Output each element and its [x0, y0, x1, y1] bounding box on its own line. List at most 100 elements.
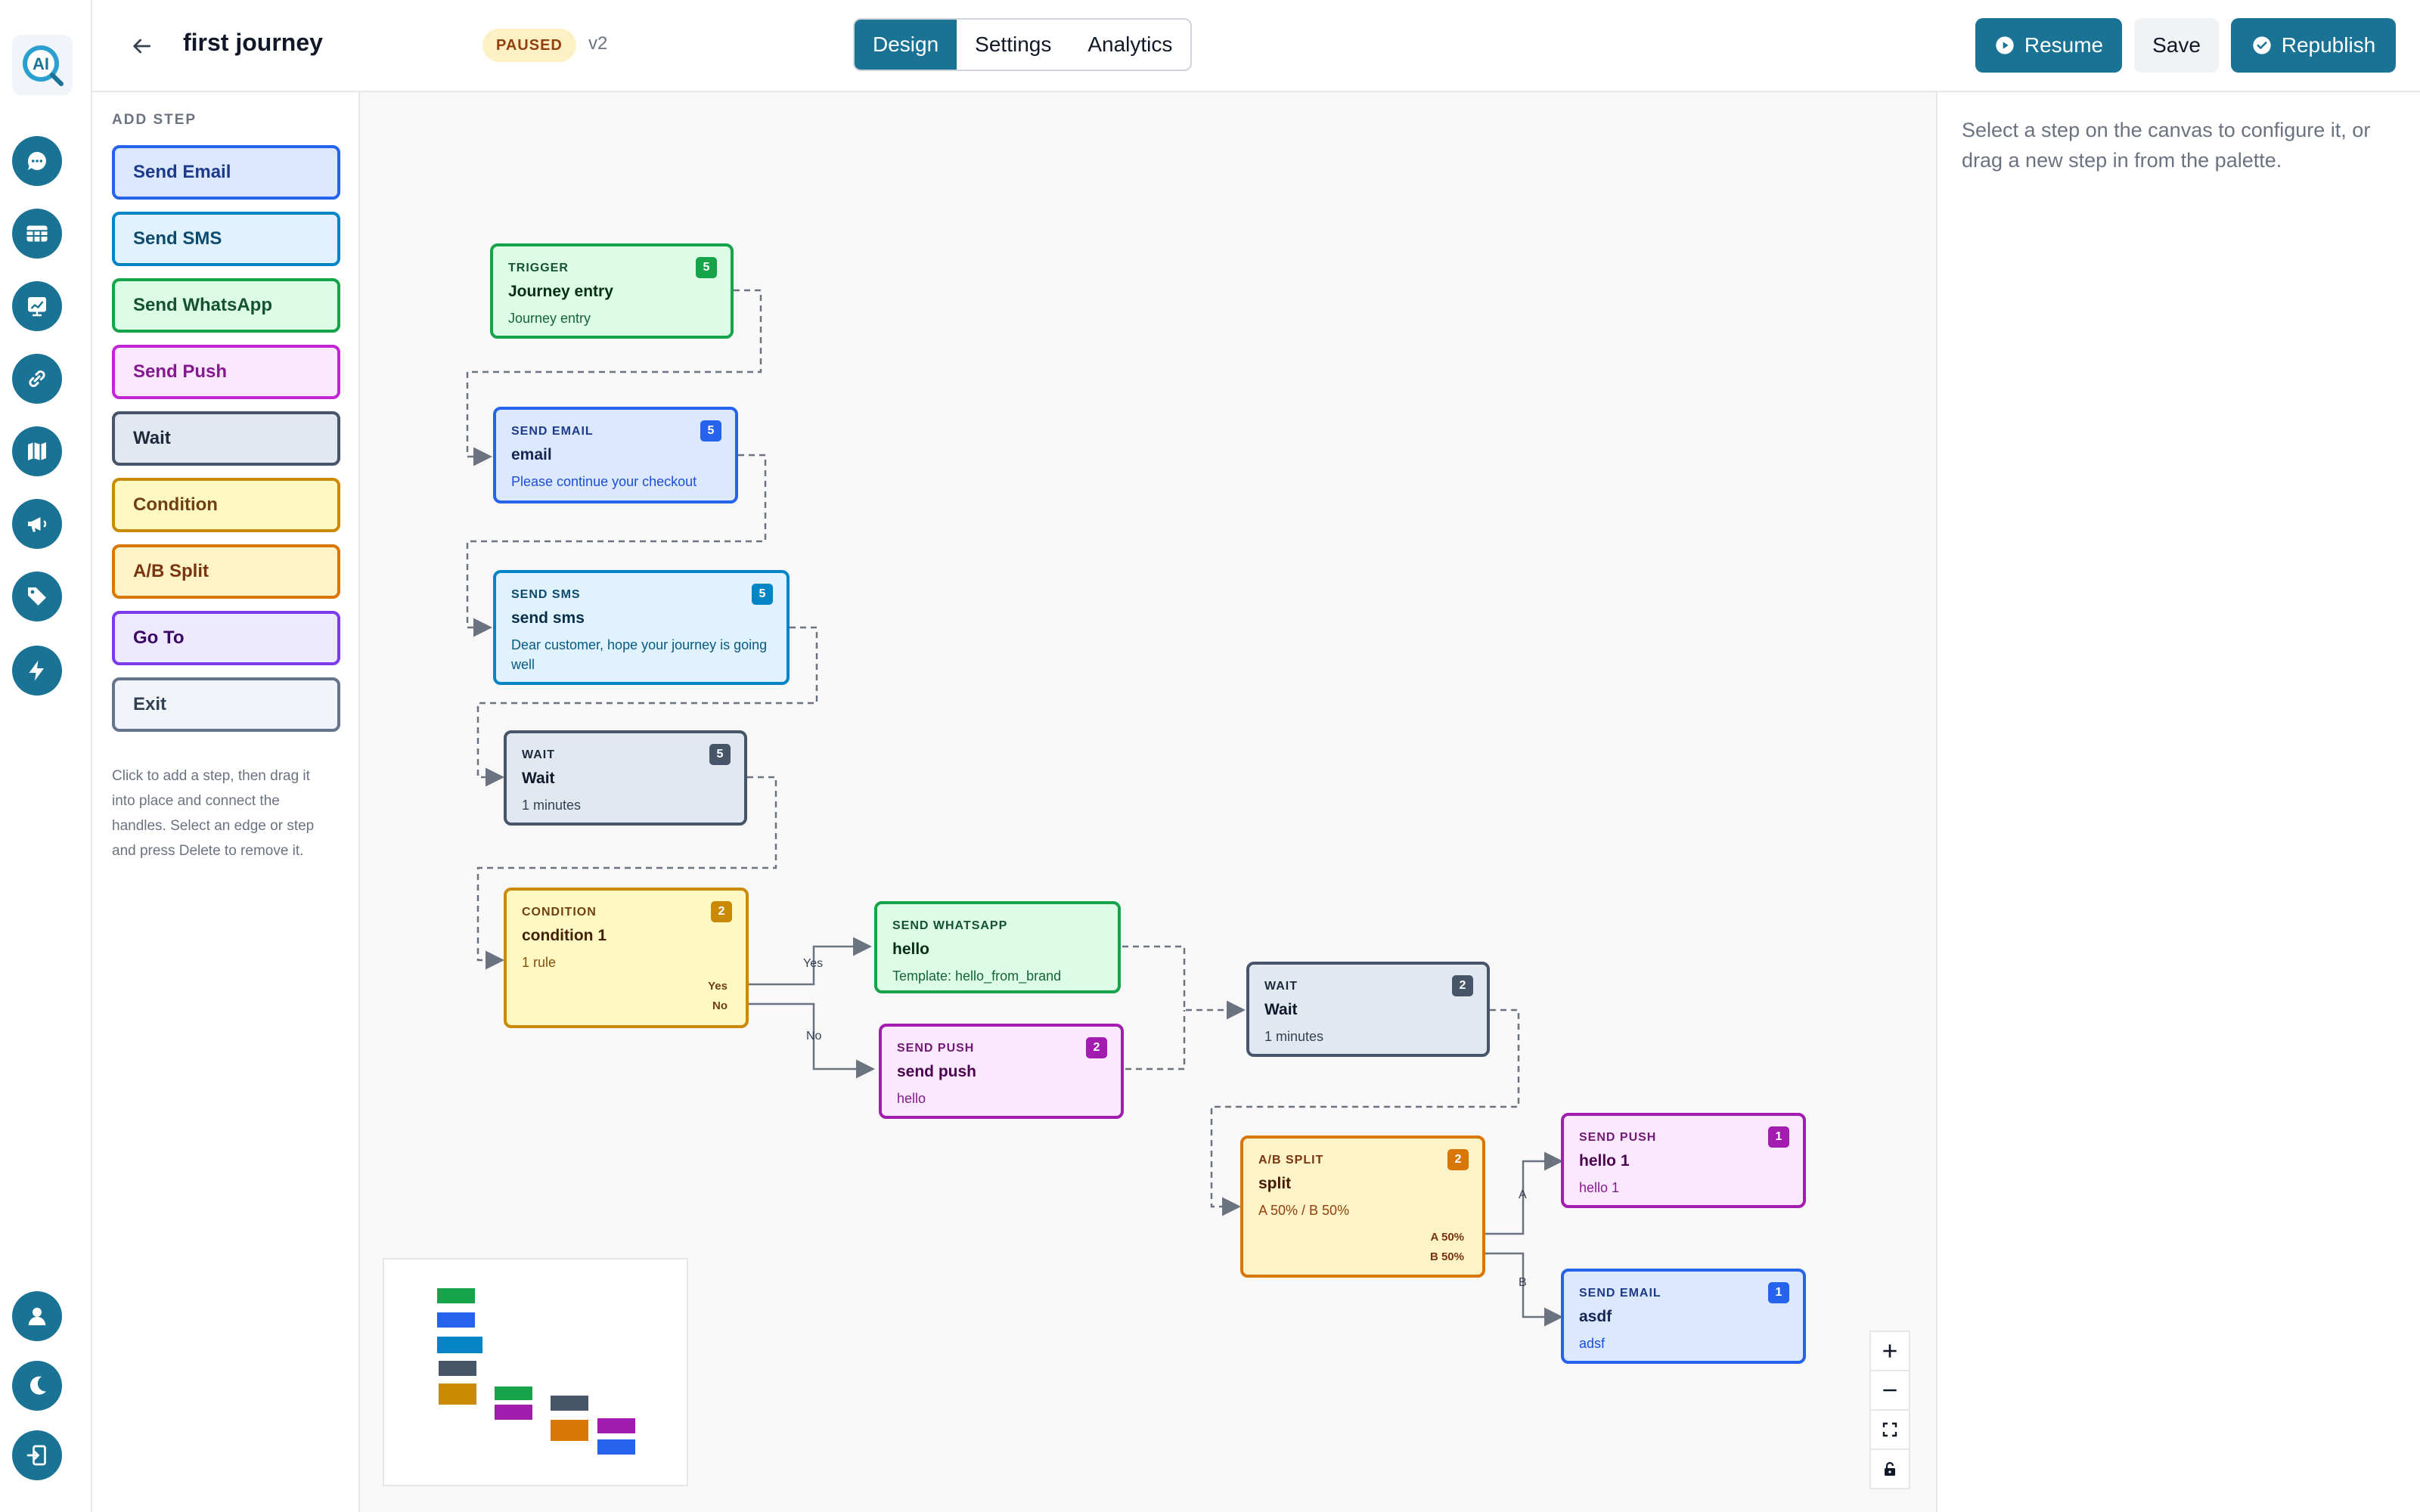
node-title: hello [892, 940, 930, 958]
node-send-sms[interactable]: SEND SMS send sms Dear customer, hope yo… [493, 570, 790, 685]
back-button[interactable] [123, 27, 160, 65]
node-type: SEND EMAIL [511, 425, 594, 438]
node-wait-2[interactable]: WAIT Wait 1 minutes 2 [1246, 962, 1490, 1057]
journey-canvas[interactable]: Yes No A B TRIGGER Journey entry Journey… [360, 92, 1936, 1512]
node-condition[interactable]: CONDITION condition 1 1 rule 2 Yes No [504, 888, 749, 1028]
palette-send-email[interactable]: Send Email [112, 145, 340, 200]
node-title: asdf [1579, 1308, 1612, 1325]
app-rail: AI [0, 0, 92, 1512]
palette-wait[interactable]: Wait [112, 411, 340, 466]
node-title: condition 1 [522, 927, 607, 944]
tag-icon[interactable] [12, 572, 62, 621]
node-title: email [511, 446, 552, 463]
tab-design[interactable]: Design [855, 20, 957, 70]
megaphone-icon[interactable] [12, 499, 62, 549]
tab-analytics[interactable]: Analytics [1069, 20, 1190, 70]
resume-button[interactable]: Resume [1975, 18, 2122, 73]
node-count-badge: 5 [752, 584, 773, 605]
output-no-label: No [712, 999, 728, 1012]
palette-go-to[interactable]: Go To [112, 611, 340, 665]
palette-send-sms[interactable]: Send SMS [112, 212, 340, 266]
lock-button[interactable] [1871, 1450, 1909, 1488]
republish-button[interactable]: Republish [2231, 18, 2396, 73]
chart-icon[interactable] [12, 281, 62, 331]
minimap[interactable] [383, 1258, 688, 1486]
lock-icon [1885, 1461, 1895, 1476]
map-icon[interactable] [12, 426, 62, 476]
palette-send-whatsapp[interactable]: Send WhatsApp [112, 278, 340, 333]
save-button[interactable]: Save [2134, 18, 2219, 73]
chat-icon[interactable] [12, 136, 62, 186]
node-title: send push [897, 1063, 977, 1080]
node-count-badge: 2 [1452, 975, 1473, 996]
node-title: Wait [1264, 1001, 1298, 1018]
node-count-badge: 2 [1086, 1037, 1107, 1058]
edge-label-no: No [806, 1030, 822, 1043]
node-send-email-2[interactable]: SEND EMAIL asdf adsf 1 [1561, 1269, 1806, 1364]
palette-exit[interactable]: Exit [112, 677, 340, 732]
minimap-node [439, 1383, 476, 1405]
fit-view-button[interactable] [1871, 1411, 1909, 1450]
node-type: CONDITION [522, 906, 597, 919]
link-icon[interactable] [12, 354, 62, 404]
logout-icon[interactable] [12, 1430, 62, 1480]
minimap-node [597, 1439, 635, 1455]
node-trigger[interactable]: TRIGGER Journey entry Journey entry 5 [490, 243, 734, 339]
zoom-in-button[interactable] [1871, 1332, 1909, 1371]
resume-label: Resume [2024, 33, 2104, 57]
palette-ab-split[interactable]: A/B Split [112, 544, 340, 599]
output-a-label: A 50% [1430, 1231, 1464, 1244]
node-title: Wait [522, 770, 555, 787]
node-count-badge: 5 [709, 744, 731, 765]
minimap-node [597, 1418, 635, 1433]
table-icon[interactable] [12, 209, 62, 259]
user-icon[interactable] [12, 1291, 62, 1341]
minimap-node [439, 1361, 476, 1376]
version-label: v2 [588, 33, 608, 54]
output-yes-label: Yes [708, 980, 728, 993]
node-type: SEND WHATSAPP [892, 919, 1008, 932]
node-send-push-2[interactable]: SEND PUSH hello 1 hello 1 1 [1561, 1113, 1806, 1208]
zoom-controls [1869, 1331, 1910, 1489]
node-subtitle: Journey entry [508, 311, 591, 326]
plus-icon [1883, 1344, 1897, 1358]
play-icon [1996, 36, 2014, 54]
view-tabs: Design Settings Analytics [853, 18, 1193, 71]
node-wait[interactable]: WAIT Wait 1 minutes 5 [504, 730, 747, 826]
node-type: A/B SPLIT [1258, 1154, 1324, 1167]
zoom-out-button[interactable] [1871, 1371, 1909, 1411]
node-count-badge: 2 [711, 901, 732, 922]
node-title: send sms [511, 609, 585, 627]
edge-whatsapp-wait2 [1122, 945, 1246, 1020]
status-badge: PAUSED [482, 29, 576, 62]
palette-send-push[interactable]: Send Push [112, 345, 340, 399]
logo-icon: AI [23, 45, 64, 86]
tab-settings[interactable]: Settings [957, 20, 1069, 70]
node-ab-split[interactable]: A/B SPLIT split A 50% / B 50% 2 A 50% B … [1240, 1136, 1485, 1278]
palette-condition[interactable]: Condition [112, 478, 340, 532]
node-type: WAIT [1264, 980, 1298, 993]
node-send-push[interactable]: SEND PUSH send push hello 2 [879, 1024, 1124, 1119]
node-send-whatsapp[interactable]: SEND WHATSAPP hello Template: hello_from… [874, 901, 1121, 993]
node-subtitle: adsf [1579, 1336, 1606, 1351]
edge-push-wait2 [1125, 1010, 1186, 1070]
check-circle-icon [2253, 36, 2271, 54]
minimap-node [495, 1405, 532, 1420]
node-count-badge: 1 [1768, 1282, 1789, 1303]
node-type: SEND PUSH [1579, 1131, 1657, 1144]
minimap-node [437, 1312, 475, 1328]
node-subtitle: hello [897, 1091, 926, 1106]
node-subtitle: 1 minutes [522, 798, 582, 813]
lightning-icon[interactable] [12, 646, 62, 696]
node-send-email[interactable]: SEND EMAIL email Please continue your ch… [493, 407, 738, 503]
app-logo[interactable]: AI [12, 35, 73, 95]
minimap-node [437, 1288, 475, 1303]
svg-text:AI: AI [33, 54, 49, 73]
node-title: split [1258, 1175, 1292, 1192]
inspector-placeholder: Select a step on the canvas to configure… [1962, 119, 2371, 172]
node-subtitle: hello 1 [1579, 1180, 1620, 1195]
journey-title: first journey [183, 29, 323, 56]
moon-icon[interactable] [12, 1361, 62, 1411]
node-type: SEND EMAIL [1579, 1287, 1661, 1300]
node-count-badge: 2 [1447, 1149, 1469, 1170]
